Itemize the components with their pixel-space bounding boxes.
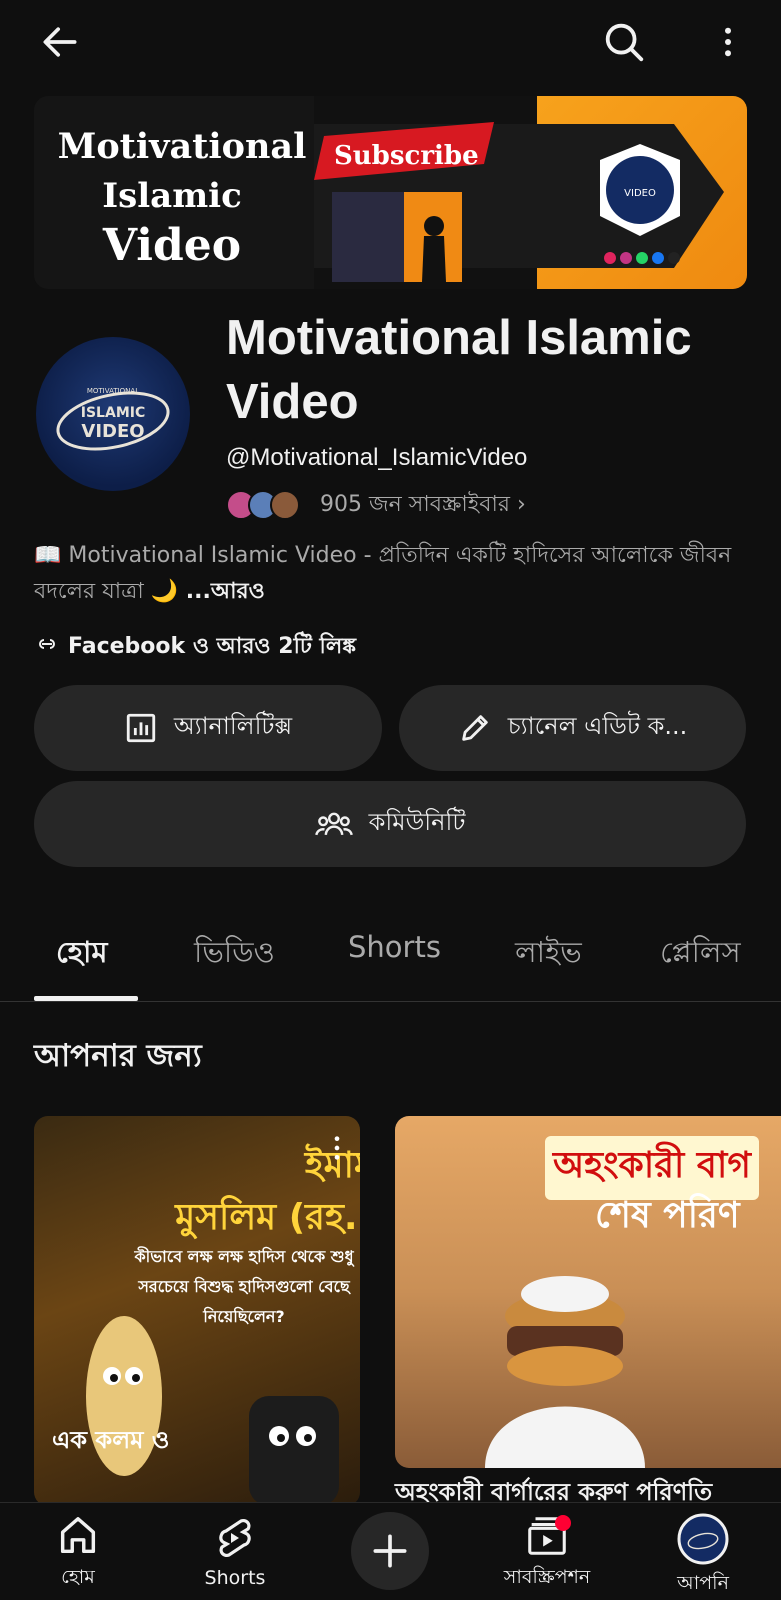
card-caption: এক কলম ও <box>52 1426 170 1454</box>
community-button[interactable]: কমিউনিটি <box>34 781 746 867</box>
shorts-icon <box>219 1518 251 1558</box>
section-title: আপনার জন্য <box>34 1038 202 1074</box>
card-illustration <box>86 1316 339 1506</box>
channel-tabs: হোম ভিডিও Shorts লাইভ প্লেলিস <box>0 900 781 1002</box>
search-icon <box>605 23 644 62</box>
community-icon <box>314 807 353 841</box>
card-title-line2: মুসলিম (রহ.) <box>175 1197 360 1238</box>
active-tab-indicator <box>34 996 138 1001</box>
tab-playlists[interactable]: প্লেলিস <box>660 930 741 979</box>
tab-home[interactable]: হোম <box>56 930 108 979</box>
video-card[interactable]: অহংকারী বাগ শেষ পরিণ <box>395 1116 781 1468</box>
avatar-icon <box>677 1513 729 1565</box>
subscriber-count: 905 জন সাবস্ক্রাইবার › <box>320 491 526 517</box>
description-text: 📖 Motivational Islamic Video - প্রতিদিন … <box>34 543 732 604</box>
video-card[interactable]: ইমাম মুসলিম (রহ.) কীভাবে লক্ষ লক্ষ হাদিস… <box>34 1116 360 1506</box>
description-more-link[interactable]: ...আরও <box>178 579 265 604</box>
tab-videos[interactable]: ভিডিও <box>194 930 275 979</box>
search-button[interactable] <box>596 14 652 70</box>
channel-links[interactable]: Facebook ও আরও 2টি লিঙ্ক <box>34 630 356 664</box>
edit-channel-button[interactable]: চ্যানেল এডিট ক... <box>399 685 746 771</box>
channel-banner: Motivational Islamic Video Subscribe VID… <box>34 96 747 289</box>
nav-home[interactable]: হোম <box>18 1513 138 1595</box>
tab-live[interactable]: লাইভ <box>515 930 582 979</box>
more-vertical-icon <box>725 27 731 57</box>
nav-you-label: আপনি <box>677 1572 729 1594</box>
channel-handle: @Motivational_IslamicVideo <box>226 444 528 471</box>
tab-shorts[interactable]: Shorts <box>348 930 441 964</box>
bottom-navigation: হোম Shorts সাবস্ক্রিপশন আপনি <box>0 1502 781 1600</box>
pencil-icon <box>458 711 492 745</box>
nav-shorts-label: Shorts <box>204 1567 266 1589</box>
back-button[interactable] <box>32 14 88 70</box>
analytics-label: অ্যানালিটিক্স <box>173 712 293 740</box>
avatar-text-top: MOTIVATIONAL <box>87 387 139 395</box>
arrow-left-icon <box>43 27 77 57</box>
channel-avatar-logo: MOTIVATIONAL ISLAMIC VIDEO <box>56 387 170 451</box>
card-title: ইমাম মুসলিম (রহ.) <box>74 1140 360 1244</box>
nav-home-label: হোম <box>61 1566 95 1588</box>
analytics-icon <box>124 711 158 745</box>
banner-logo-text: VIDEO <box>624 188 656 199</box>
card-illustration <box>485 1276 645 1468</box>
card-menu-icon[interactable] <box>330 1134 344 1166</box>
home-icon <box>60 1517 96 1554</box>
edit-channel-label: চ্যানেল এডিট ক... <box>507 712 688 740</box>
subscribers-row[interactable]: 905 জন সাবস্ক্রাইবার › <box>226 487 526 523</box>
community-label: কমিউনিটি <box>368 808 466 836</box>
plus-icon <box>373 1534 407 1568</box>
link-icon <box>34 634 60 660</box>
create-button[interactable] <box>351 1512 429 1590</box>
analytics-button[interactable]: অ্যানালিটিক্স <box>34 685 382 771</box>
subscribe-banner-text: Subscribe <box>334 141 479 171</box>
nav-subscriptions-label: সাবস্ক্রিপশন <box>503 1566 591 1588</box>
nav-subscriptions[interactable]: সাবস্ক্রিপশন <box>487 1513 607 1595</box>
avatar-text-mid: ISLAMIC <box>81 405 145 421</box>
subscriber-avatar <box>270 490 300 520</box>
nav-you[interactable]: আপনি <box>643 1513 763 1600</box>
top-app-bar <box>0 0 781 88</box>
channel-name: Motivational Islamic Video <box>226 311 692 429</box>
channel-avatar[interactable]: MOTIVATIONAL ISLAMIC VIDEO <box>36 337 190 491</box>
notification-dot <box>555 1515 571 1531</box>
channel-description[interactable]: 📖 Motivational Islamic Video - প্রতিদিন … <box>34 538 734 610</box>
avatar-text-bottom: VIDEO <box>81 421 144 442</box>
nav-shorts[interactable]: Shorts <box>175 1513 295 1589</box>
more-options-button[interactable] <box>700 14 756 70</box>
links-text: Facebook ও আরও 2টি লিঙ্ক <box>68 633 356 659</box>
banner-graphic: Subscribe VIDEO <box>314 122 724 282</box>
card-title-line1: ইমাম <box>304 1145 360 1186</box>
